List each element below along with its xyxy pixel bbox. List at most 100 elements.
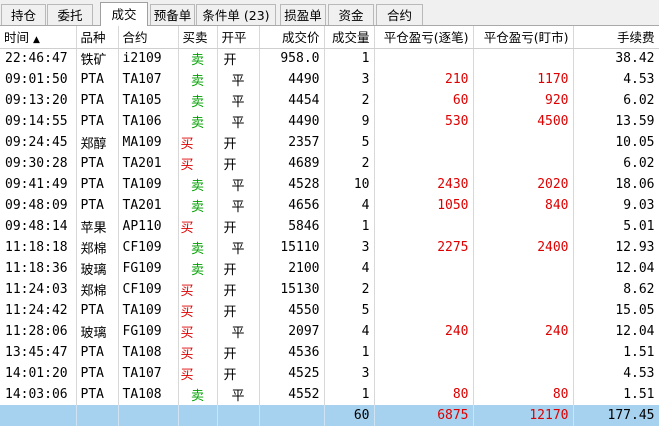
cell-fee: 10.05 (573, 132, 659, 153)
table-row[interactable]: 09:30:28 PTA TA201 买开 4689 2 6.02 (0, 153, 659, 174)
cell-time: 11:18:18 (0, 237, 77, 258)
cell-time: 09:14:55 (0, 111, 77, 132)
cell-qty: 2 (324, 279, 375, 300)
cell-contract: TA201 (118, 153, 179, 174)
table-row[interactable]: 09:48:09 PTA TA201 卖平 4656 4 1050 840 9.03 (0, 195, 659, 216)
table-row[interactable]: 09:41:49 PTA TA109 卖平 4528 10 2430 2020 18.06 (0, 174, 659, 195)
cell-qty: 4 (324, 195, 375, 216)
cell-price: 15130 (259, 279, 325, 300)
cell-time: 11:24:42 (0, 300, 77, 321)
table-row[interactable]: 09:01:50 PTA TA107 卖平 4490 3 210 1170 4.53 (0, 69, 659, 90)
cell-offset: 开 (217, 363, 260, 384)
tab-orders[interactable]: 委托 (47, 4, 93, 25)
cell-time: 09:01:50 (0, 69, 77, 90)
table-row[interactable]: 09:13:20 PTA TA105 卖平 4454 2 60 920 6.02 (0, 90, 659, 111)
table-row[interactable]: 09:48:14 苹果 AP110 买开 5846 1 5.01 (0, 216, 659, 237)
tab-conditional-orders[interactable]: 条件单 (23) (196, 4, 276, 25)
col-header-offset[interactable]: 开平 (217, 26, 260, 49)
cell-pnl-mtm: 920 (473, 90, 574, 111)
tab-funds[interactable]: 资金 (328, 4, 374, 25)
tab-contracts[interactable]: 合约 (376, 4, 423, 25)
table-row[interactable]: 11:18:18 郑棉 CF109 卖平 15110 3 2275 2400 12.93 (0, 237, 659, 258)
cell-time: 09:41:49 (0, 174, 77, 195)
cell-product: PTA (76, 90, 119, 111)
cell-offset: 平 (217, 237, 260, 258)
cell-qty: 3 (324, 69, 375, 90)
cell-side: 卖 (178, 111, 218, 132)
cell-qty: 3 (324, 363, 375, 384)
table-row[interactable]: 11:18:36 玻璃 FG109 卖开 2100 4 12.04 (0, 258, 659, 279)
cell-contract: i2109 (118, 48, 179, 69)
cell-price: 4656 (259, 195, 325, 216)
table-row[interactable]: 11:24:42 PTA TA109 买开 4550 5 15.05 (0, 300, 659, 321)
table-row[interactable]: 14:03:06 PTA TA108 卖平 4552 1 80 80 1.51 (0, 384, 659, 405)
cell-product: PTA (76, 363, 119, 384)
cell-pnl-mtm: 240 (473, 321, 574, 342)
cell-time: 11:24:03 (0, 279, 77, 300)
col-header-product[interactable]: 品种 (76, 26, 119, 49)
col-header-fee[interactable]: 手续费 (573, 26, 659, 49)
table-row[interactable]: 11:24:03 郑棉 CF109 买开 15130 2 8.62 (0, 279, 659, 300)
tab-positions[interactable]: 持仓 (1, 4, 46, 25)
cell-product: 玻璃 (76, 321, 119, 342)
table-row[interactable]: 13:45:47 PTA TA108 买开 4536 1 1.51 (0, 342, 659, 363)
cell-product: 郑醇 (76, 132, 119, 153)
table-row[interactable]: 11:28:06 玻璃 FG109 买平 2097 4 240 240 12.04 (0, 321, 659, 342)
cell-contract: TA108 (118, 342, 179, 363)
cell-pnl-mtm (473, 279, 574, 300)
cell-pnl-mtm (473, 153, 574, 174)
table-row[interactable]: 22:46:47 铁矿 i2109 卖开 958.0 1 38.42 (0, 48, 659, 69)
cell-product: PTA (76, 342, 119, 363)
cell-contract: MA109 (118, 132, 179, 153)
col-header-time[interactable]: 时间 ▲ (0, 26, 77, 49)
cell-side: 卖 (178, 258, 218, 279)
col-header-qty[interactable]: 成交量 (324, 26, 375, 49)
tab-bar: 持仓 委托 成交 预备单 条件单 (23) 损盈单 资金 合约 (0, 0, 659, 26)
col-header-side[interactable]: 买卖 (178, 26, 218, 49)
totals-row[interactable]: 60 6875 12170 177.45 (0, 405, 659, 426)
table-row[interactable]: 14:01:20 PTA TA107 买开 4525 3 4.53 (0, 363, 659, 384)
cell-contract: TA109 (118, 174, 179, 195)
cell-pnl-mtm: 2020 (473, 174, 574, 195)
tab-trades[interactable]: 成交 (100, 2, 148, 26)
cell-product: PTA (76, 195, 119, 216)
col-header-pnl-mtm[interactable]: 平仓盈亏(盯市) (473, 26, 574, 49)
cell-pnl-mtm: 840 (473, 195, 574, 216)
cell-side: 买 (178, 342, 218, 363)
cell-side: 买 (178, 321, 218, 342)
cell-qty: 2 (324, 90, 375, 111)
col-header-pnl-close[interactable]: 平仓盈亏(逐笔) (374, 26, 474, 49)
cell-pnl-mtm: 2400 (473, 237, 574, 258)
cell-side: 买 (178, 153, 218, 174)
cell-fee: 4.53 (573, 69, 659, 90)
cell-price: 4552 (259, 384, 325, 405)
cell-time: 14:01:20 (0, 363, 77, 384)
cell-price: 2357 (259, 132, 325, 153)
cell-qty: 1 (324, 384, 375, 405)
cell-offset: 开 (217, 279, 260, 300)
cell-side: 卖 (178, 48, 218, 69)
cell-qty: 10 (324, 174, 375, 195)
cell-pnl-close (374, 216, 474, 237)
cell-time: 13:45:47 (0, 342, 77, 363)
table-row[interactable]: 09:14:55 PTA TA106 卖平 4490 9 530 4500 13.59 (0, 111, 659, 132)
cell-fee: 9.03 (573, 195, 659, 216)
total-pnl-close: 6875 (374, 405, 474, 426)
cell-fee: 12.04 (573, 321, 659, 342)
tab-preorders[interactable]: 预备单 (150, 4, 195, 25)
col-header-contract[interactable]: 合约 (118, 26, 179, 49)
tab-stop-orders[interactable]: 损盈单 (280, 4, 326, 25)
cell-product: 铁矿 (76, 48, 119, 69)
cell-qty: 3 (324, 237, 375, 258)
cell-side: 卖 (178, 195, 218, 216)
table-row[interactable]: 09:24:45 郑醇 MA109 买开 2357 5 10.05 (0, 132, 659, 153)
cell-product: 郑棉 (76, 279, 119, 300)
cell-time: 09:30:28 (0, 153, 77, 174)
col-header-price[interactable]: 成交价 (259, 26, 325, 49)
cell-side: 买 (178, 132, 218, 153)
cell-pnl-mtm (473, 216, 574, 237)
cell-offset: 开 (217, 153, 260, 174)
cell-pnl-mtm (473, 132, 574, 153)
cell-time: 09:48:09 (0, 195, 77, 216)
cell-fee: 38.42 (573, 48, 659, 69)
